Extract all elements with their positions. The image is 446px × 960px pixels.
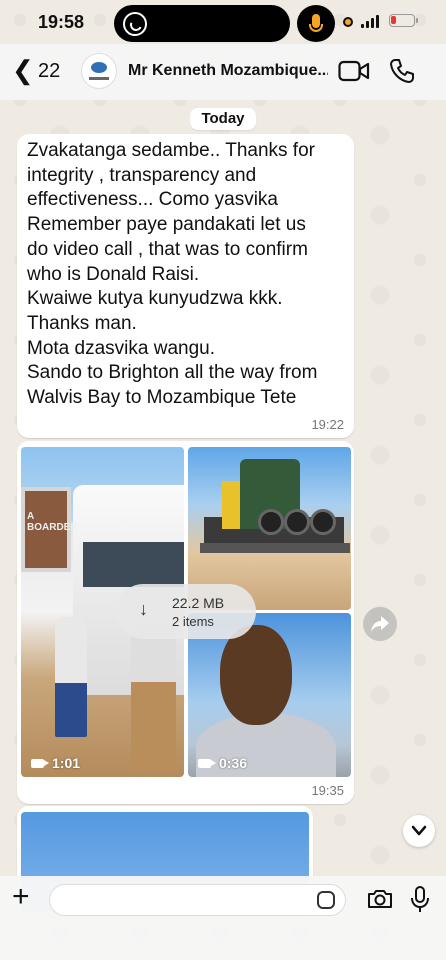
chevron-down-icon	[411, 825, 427, 836]
unread-count[interactable]: 22	[38, 60, 60, 83]
mic-privacy-dot	[343, 17, 353, 27]
scroll-to-bottom-button[interactable]	[403, 815, 435, 847]
contact-name[interactable]: Mr Kenneth Mozambique...	[128, 62, 328, 80]
message-timestamp: 19:35	[311, 783, 344, 798]
download-item-count: 2 items	[172, 614, 214, 629]
battery-icon	[389, 14, 418, 27]
message-line: Zvakatanga sedambe.. Thanks for	[27, 140, 315, 161]
chevron-left-icon[interactable]: ❮	[12, 56, 34, 84]
whatsapp-call-icon	[123, 12, 147, 36]
sticker-icon[interactable]	[317, 891, 335, 909]
message-text: Zvakatanga sedambe.. Thanks for integrit…	[27, 139, 347, 411]
video-camera-icon	[198, 758, 216, 768]
download-button[interactable]: ↓ 22.2 MB 2 items	[116, 584, 256, 639]
truck-windshield	[83, 542, 184, 587]
media-message[interactable]: A BOARDER 1:01 0:36 ↓ 22.2 MB 2 items 19…	[17, 441, 354, 804]
video-duration: 0:36	[198, 755, 247, 771]
forward-arrow-icon	[371, 616, 389, 632]
message-line: Mota dzasvika wangu.	[27, 337, 215, 359]
video-camera-icon	[31, 758, 49, 768]
message-timestamp: 19:22	[311, 417, 344, 432]
date-separator: Today	[190, 108, 256, 130]
person-image	[55, 617, 87, 737]
forward-button[interactable]	[363, 607, 397, 641]
sign-image: A BOARDER	[21, 487, 78, 572]
message-line: integrity , transparency and	[27, 164, 257, 186]
video-duration: 1:01	[31, 755, 80, 771]
message-line: Remember paye pandakati let us	[27, 214, 306, 236]
trailer-bed-image	[200, 543, 350, 553]
microphone-icon[interactable]	[410, 886, 430, 914]
download-arrow-icon: ↓	[139, 599, 148, 619]
status-bar: 19:58	[0, 0, 446, 44]
chat-header: ❮ 22 Mr Kenneth Mozambique...	[0, 44, 446, 100]
sign-text: A BOARDER	[27, 511, 78, 533]
message-input[interactable]	[49, 884, 346, 916]
message-line: effectiveness... Como yasvika	[27, 189, 278, 211]
avatar[interactable]	[81, 53, 117, 89]
message-line: Walvis Bay to Mozambique Tete	[27, 387, 297, 409]
dynamic-island[interactable]	[114, 5, 290, 42]
incoming-message[interactable]: Zvakatanga sedambe.. Thanks for integrit…	[17, 134, 354, 438]
video-duration-text: 1:01	[52, 755, 81, 771]
status-time: 19:58	[38, 12, 85, 32]
message-line: Sando to Brighton all the way from	[27, 362, 318, 384]
wheel-image	[258, 509, 284, 535]
video-duration-text: 0:36	[219, 755, 248, 771]
mic-indicator-icon	[297, 5, 335, 42]
phone-icon[interactable]	[389, 58, 415, 84]
download-size: 22.2 MB	[172, 595, 225, 611]
message-composer: +	[0, 876, 446, 960]
camera-icon[interactable]	[367, 888, 393, 910]
message-line: who is Donald Raisi.	[27, 263, 200, 285]
wheel-image	[284, 509, 310, 535]
video-call-icon[interactable]	[338, 60, 370, 82]
face-image	[220, 625, 292, 725]
plus-icon[interactable]: +	[12, 882, 30, 912]
message-line: Thanks man.	[27, 312, 137, 334]
signal-icon	[361, 14, 379, 28]
wheel-image	[310, 509, 336, 535]
message-line: Kwaiwe kutya kunyudzwa kkk.	[27, 288, 283, 310]
person-image	[131, 622, 176, 772]
message-line: do video call , that was to confirm	[27, 238, 308, 260]
